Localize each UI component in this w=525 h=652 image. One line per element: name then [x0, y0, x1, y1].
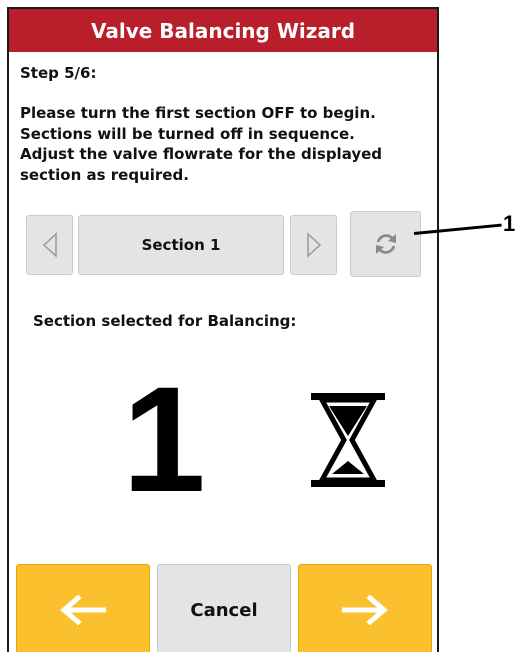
next-section-button[interactable] [290, 215, 337, 275]
arrow-right-icon [342, 595, 388, 625]
back-button[interactable] [16, 564, 150, 652]
instruction-line: Please turn the first section OFF to beg… [20, 104, 376, 122]
previous-section-button[interactable] [26, 215, 73, 275]
wizard-screen: Valve Balancing Wizard Step 5/6: Please … [7, 7, 439, 652]
instruction-line: Sections will be turned off in sequence. [20, 124, 355, 143]
refresh-button[interactable] [350, 211, 421, 277]
triangle-right-icon [306, 232, 321, 258]
instructions-text: Please turn the first section OFF to beg… [20, 103, 430, 185]
next-button[interactable] [298, 564, 432, 652]
arrow-left-icon [60, 595, 106, 625]
step-indicator: Step 5/6: [20, 64, 97, 82]
cancel-button[interactable]: Cancel [157, 564, 291, 652]
selected-section-number: 1 [122, 355, 206, 523]
triangle-left-icon [42, 232, 57, 258]
hourglass-icon [311, 393, 385, 487]
selected-section-label: Section selected for Balancing: [33, 312, 297, 330]
instruction-line: Adjust the valve flowrate for the displa… [20, 145, 383, 163]
wizard-title: Valve Balancing Wizard [9, 9, 437, 52]
instruction-line: section as required. [20, 165, 189, 184]
callout-number: 1 [503, 211, 516, 236]
refresh-icon [375, 234, 396, 254]
section-selector[interactable]: Section 1 [78, 215, 284, 275]
